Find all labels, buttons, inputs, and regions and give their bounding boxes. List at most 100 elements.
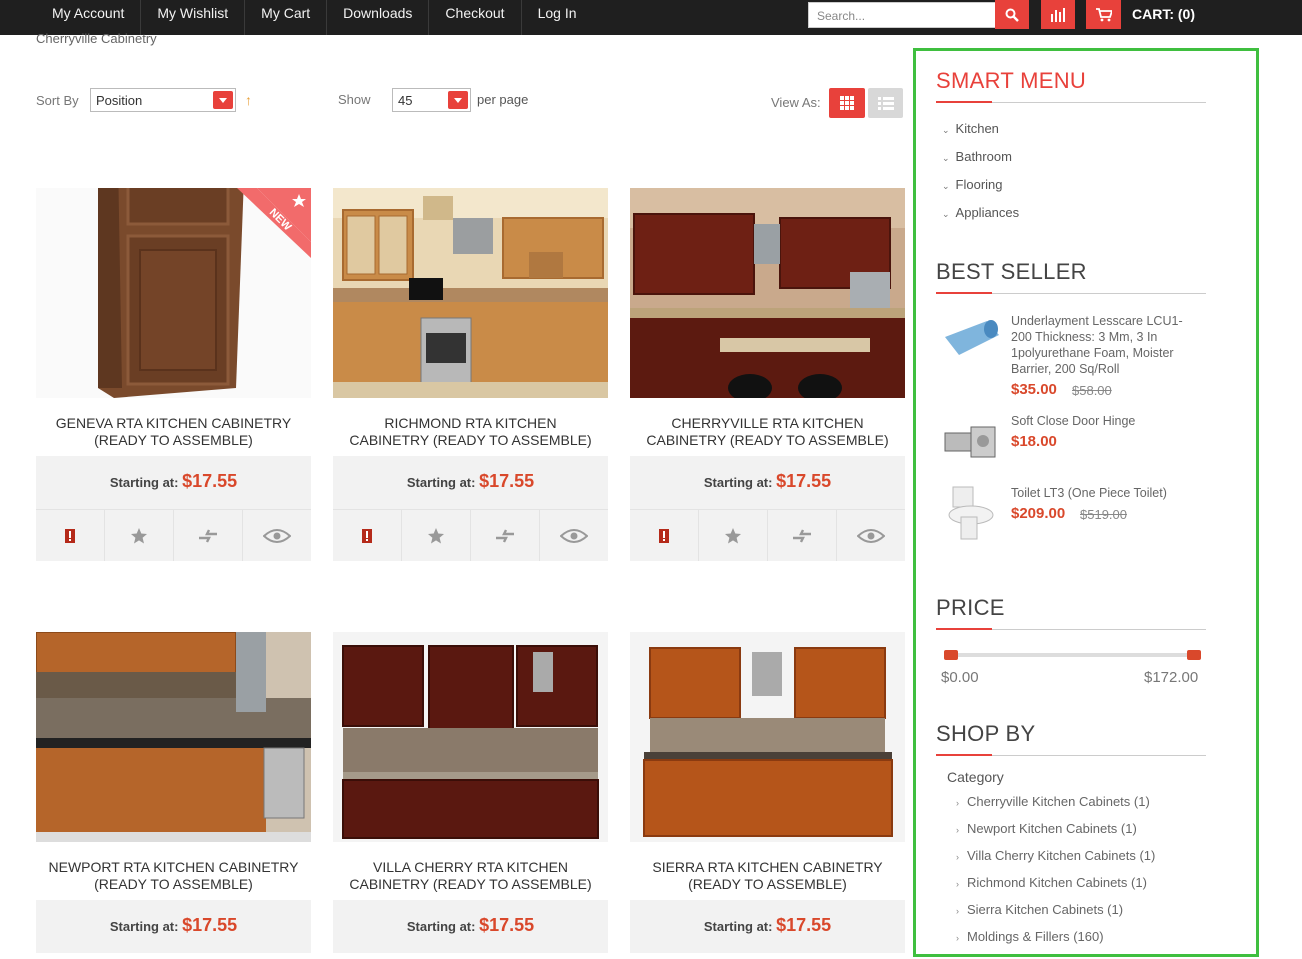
bar-chart-icon — [1051, 7, 1065, 22]
per-page-label: per page — [477, 92, 529, 107]
product-name[interactable]: Cherryville RTA Kitchen Cabinetry (Ready… — [630, 398, 905, 456]
compare-button[interactable] — [768, 510, 837, 561]
product-actions — [333, 509, 608, 561]
product-image[interactable]: NEW — [36, 188, 311, 398]
cart-count[interactable]: CART: (0) — [1132, 6, 1195, 22]
smart-menu-title: SMART MENU — [936, 68, 1087, 93]
alert-icon — [362, 528, 372, 543]
product-actions — [630, 509, 905, 561]
product-card[interactable]: Newport RTA Kitchen Cabinetry (Ready To … — [36, 632, 311, 953]
best-seller-old-price: $519.00 — [1080, 507, 1127, 522]
nav-downloads[interactable]: Downloads — [327, 0, 430, 35]
price-max-label: $172.00 — [1144, 669, 1199, 686]
product-image[interactable] — [630, 188, 905, 398]
menu-item-bathroom[interactable]: ⌄ Bathroom — [942, 149, 1012, 164]
price-slider-min-handle[interactable] — [944, 650, 958, 660]
product-thumbnail[interactable] — [941, 315, 1001, 375]
best-seller-old-price: $58.00 — [1072, 383, 1112, 398]
top-nav: My Account My Wishlist My Cart Downloads… — [36, 0, 593, 35]
chevron-down-icon — [213, 91, 233, 109]
cart-button[interactable] — [1086, 0, 1121, 29]
category-item[interactable]: › Moldings & Fillers (160) — [956, 929, 1104, 944]
price-slider-track[interactable] — [944, 653, 1194, 657]
chevron-right-icon: › — [956, 933, 959, 943]
limit-value: 45 — [398, 93, 413, 108]
list-view-button[interactable] — [868, 88, 903, 118]
category-item[interactable]: › Cherryville Kitchen Cabinets (1) — [956, 794, 1150, 809]
chevron-down-icon: ⌄ — [942, 153, 950, 163]
product-price-row: Starting at: $17.55 — [36, 900, 311, 953]
product-card[interactable]: Cherryville RTA Kitchen Cabinetry (Ready… — [630, 188, 905, 561]
chevron-down-icon: ⌄ — [942, 181, 950, 191]
price-title: PRICE — [936, 595, 1005, 620]
top-bar: My Account My Wishlist My Cart Downloads… — [0, 0, 1302, 35]
compare-icon — [496, 528, 514, 543]
product-image[interactable] — [333, 632, 608, 842]
best-seller-name[interactable]: Soft Close Door Hinge — [1011, 413, 1196, 429]
category-item[interactable]: › Sierra Kitchen Cabinets (1) — [956, 902, 1123, 917]
eye-icon — [263, 528, 291, 543]
price-slider-max-handle[interactable] — [1187, 650, 1201, 660]
wishlist-button[interactable] — [105, 510, 174, 561]
product-name[interactable]: Newport RTA Kitchen Cabinetry (Ready To … — [36, 842, 311, 900]
product-image[interactable] — [36, 632, 311, 842]
category-item[interactable]: › Villa Cherry Kitchen Cabinets (1) — [956, 848, 1155, 863]
sort-select[interactable]: Position — [90, 88, 236, 112]
category-item[interactable]: › Newport Kitchen Cabinets (1) — [956, 821, 1137, 836]
eye-icon — [857, 528, 885, 543]
nav-checkout[interactable]: Checkout — [429, 0, 522, 35]
compare-button[interactable] — [174, 510, 243, 561]
nav-my-account[interactable]: My Account — [36, 0, 142, 35]
compare-button[interactable] — [1041, 0, 1075, 29]
nav-my-wishlist[interactable]: My Wishlist — [141, 0, 246, 35]
breadcrumb[interactable]: Cherryville Cabinetry — [36, 31, 157, 46]
product-image[interactable] — [333, 188, 608, 398]
add-to-cart-button[interactable] — [630, 510, 699, 561]
menu-item-appliances[interactable]: ⌄ Appliances — [942, 205, 1019, 220]
star-icon — [725, 527, 741, 543]
product-price: $17.55 — [182, 915, 238, 935]
product-name[interactable]: Sierra RTA Kitchen Cabinetry (Ready To A… — [630, 842, 905, 900]
nav-log-in[interactable]: Log In — [522, 0, 593, 35]
product-thumbnail[interactable] — [941, 415, 1001, 475]
nav-my-cart[interactable]: My Cart — [245, 0, 328, 35]
chevron-right-icon: › — [956, 906, 959, 916]
add-to-cart-button[interactable] — [333, 510, 402, 561]
view-as-label: View As: — [771, 95, 821, 110]
quick-view-button[interactable] — [837, 510, 905, 561]
best-seller-title: BEST SELLER — [936, 259, 1087, 284]
product-name[interactable]: Villa Cherry RTA Kitchen Cabinetry (Read… — [333, 842, 608, 900]
product-card[interactable]: Sierra RTA Kitchen Cabinetry (Ready To A… — [630, 632, 905, 953]
category-item[interactable]: › Richmond Kitchen Cabinets (1) — [956, 875, 1147, 890]
product-price: $17.55 — [479, 915, 535, 935]
compare-button[interactable] — [471, 510, 540, 561]
best-seller-name[interactable]: Toilet LT3 (One Piece Toilet) — [1011, 485, 1196, 501]
search-input[interactable]: Search... — [808, 2, 996, 28]
star-icon — [131, 527, 147, 543]
product-card[interactable]: NEW Geneva RTA Kitchen Cabinetry (Ready … — [36, 188, 311, 561]
wishlist-button[interactable] — [699, 510, 768, 561]
product-price: $17.55 — [776, 915, 832, 935]
wishlist-button[interactable] — [402, 510, 471, 561]
chevron-down-icon — [448, 91, 468, 109]
product-thumbnail[interactable] — [941, 483, 1001, 543]
add-to-cart-button[interactable] — [36, 510, 105, 561]
product-price: $17.55 — [182, 471, 238, 491]
menu-item-kitchen[interactable]: ⌄ Kitchen — [942, 121, 999, 136]
grid-view-button[interactable] — [829, 88, 865, 118]
quick-view-button[interactable] — [243, 510, 311, 561]
product-card[interactable]: Villa Cherry RTA Kitchen Cabinetry (Read… — [333, 632, 608, 953]
quick-view-button[interactable] — [540, 510, 608, 561]
search-button[interactable] — [995, 0, 1029, 29]
sort-direction-icon[interactable]: ↑ — [245, 92, 252, 108]
new-badge: NEW — [237, 188, 311, 258]
product-price-row: Starting at: $17.55 — [333, 456, 608, 509]
product-name[interactable]: Geneva RTA Kitchen Cabinetry (Ready To A… — [36, 398, 311, 456]
product-card[interactable]: Richmond RTA Kitchen Cabinetry (Ready To… — [333, 188, 608, 561]
menu-item-flooring[interactable]: ⌄ Flooring — [942, 177, 1003, 192]
best-seller-price: $35.00 — [1011, 381, 1057, 398]
product-name[interactable]: Richmond RTA Kitchen Cabinetry (Ready To… — [333, 398, 608, 456]
product-image[interactable] — [630, 632, 905, 842]
best-seller-name[interactable]: Underlayment Lesscare LCU1-200 Thickness… — [1011, 313, 1196, 377]
limit-select[interactable]: 45 — [392, 88, 471, 112]
